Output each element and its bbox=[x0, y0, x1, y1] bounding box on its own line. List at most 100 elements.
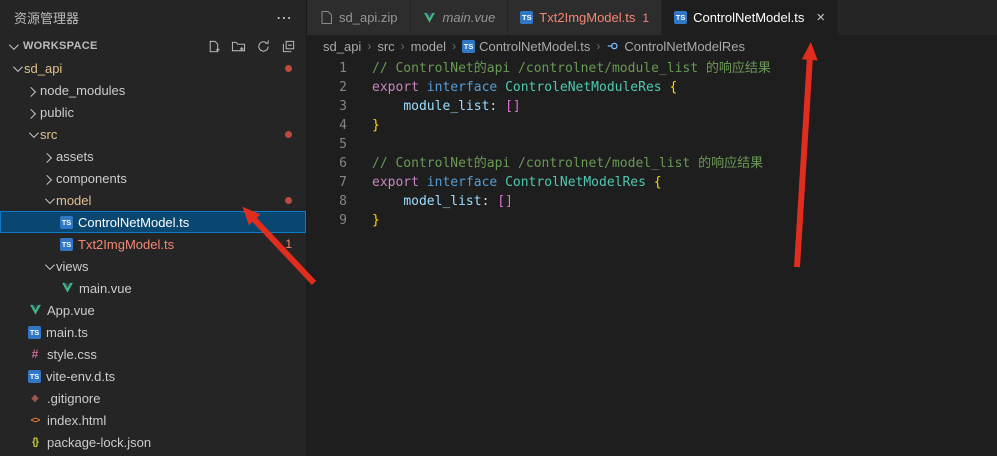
html-icon: <> bbox=[28, 413, 42, 427]
problem-badge: 1 bbox=[642, 11, 649, 25]
code-text: } bbox=[372, 211, 380, 230]
new-folder-icon[interactable] bbox=[230, 38, 246, 54]
code-text: module_list: [] bbox=[372, 97, 521, 116]
code-text: export interface ControlNetModelRes { bbox=[372, 173, 662, 192]
tree-file-Txt2ImgModel.ts[interactable]: TSTxt2ImgModel.ts1 bbox=[0, 233, 306, 255]
git-icon: ◆ bbox=[28, 391, 42, 405]
chevron-down-icon bbox=[24, 131, 40, 138]
code-text: // ControlNet的api /controlnet/module_lis… bbox=[372, 59, 771, 78]
tree-folder-assets[interactable]: assets bbox=[0, 145, 306, 167]
tree-folder-sd_api[interactable]: sd_api bbox=[0, 57, 306, 79]
explorer-sidebar: 资源管理器 ⋯ WORKSPACE sd_api node_modulespubl… bbox=[0, 0, 307, 456]
item-label: vite-env.d.ts bbox=[46, 369, 115, 384]
editor[interactable]: 1// ControlNet的api /controlnet/module_li… bbox=[307, 57, 997, 456]
breadcrumb-label: model bbox=[411, 39, 446, 54]
breadcrumb-item-model[interactable]: model bbox=[411, 39, 446, 54]
item-label: sd_api bbox=[24, 61, 62, 76]
code-text: // ControlNet的api /controlnet/model_list… bbox=[372, 154, 763, 173]
interface-icon bbox=[606, 39, 620, 53]
tree-file-App.vue[interactable]: App.vue bbox=[0, 299, 306, 321]
code-text: model_list: [] bbox=[372, 192, 513, 211]
tree-folder-node_modules[interactable]: node_modules bbox=[0, 79, 306, 101]
json-icon: {} bbox=[28, 435, 42, 449]
line-number: 8 bbox=[307, 192, 347, 211]
item-label: components bbox=[56, 171, 127, 186]
tree-file-package-lock.json[interactable]: {}package-lock.json bbox=[0, 431, 306, 453]
code-line: 4} bbox=[307, 116, 997, 135]
ts-icon: TS bbox=[674, 11, 687, 24]
tree-file-vite-env.d.ts[interactable]: TS vite-env.d.ts bbox=[0, 365, 306, 387]
chevron-down-icon bbox=[8, 65, 24, 72]
breadcrumb-item-sd_api[interactable]: sd_api bbox=[323, 39, 361, 54]
tree-folder-src[interactable]: src bbox=[0, 123, 306, 145]
code-line: 5 bbox=[307, 135, 997, 154]
code-text: export interface ControleNetModuleRes { bbox=[372, 78, 677, 97]
tree-folder-model[interactable]: model bbox=[0, 189, 306, 211]
ts-icon: TS bbox=[28, 370, 41, 383]
ts-icon: TS bbox=[60, 216, 73, 229]
chevron-down-icon bbox=[4, 43, 20, 50]
line-number: 2 bbox=[307, 78, 347, 97]
vue-icon bbox=[28, 303, 42, 317]
tab-label: Txt2ImgModel.ts bbox=[539, 10, 635, 25]
tree-folder-components[interactable]: components bbox=[0, 167, 306, 189]
item-label: .gitignore bbox=[47, 391, 100, 406]
explorer-header: 资源管理器 ⋯ bbox=[0, 0, 306, 35]
refresh-icon[interactable] bbox=[255, 38, 271, 54]
breadcrumb-item-ControlNetModel.ts[interactable]: TSControlNetModel.ts bbox=[462, 39, 590, 54]
tree-file-index.html[interactable]: <> index.html bbox=[0, 409, 306, 431]
ts-icon: TS bbox=[462, 40, 475, 53]
workspace-section-header[interactable]: WORKSPACE bbox=[0, 35, 306, 57]
collapse-all-icon[interactable] bbox=[280, 38, 296, 54]
item-label: index.html bbox=[47, 413, 106, 428]
tab-label: ControlNetModel.ts bbox=[693, 10, 804, 25]
chevron-right-icon bbox=[40, 175, 56, 182]
item-label: main.ts bbox=[46, 325, 88, 340]
code-line: 7 export interface ControlNetModelRes { bbox=[307, 173, 997, 192]
tab-Txt2ImgModel.ts[interactable]: TS Txt2ImgModel.ts 1 bbox=[508, 0, 662, 35]
chevron-right-icon: › bbox=[452, 39, 456, 53]
tree-file-.gitignore[interactable]: ◆ .gitignore bbox=[0, 387, 306, 409]
css-icon: # bbox=[28, 347, 42, 361]
tree-file-ControlNetModel.ts[interactable]: TS ControlNetModel.ts bbox=[0, 211, 306, 233]
vscode-window: 资源管理器 ⋯ WORKSPACE sd_api node_modulespubl… bbox=[0, 0, 997, 456]
ts-icon: TS bbox=[28, 326, 41, 339]
code-line: 6 // ControlNet的api /controlnet/model_lis… bbox=[307, 154, 997, 173]
more-actions-icon[interactable]: ⋯ bbox=[276, 8, 292, 28]
tree-file-style.css[interactable]: #style.css bbox=[0, 343, 306, 365]
line-number: 7 bbox=[307, 173, 347, 192]
item-label: node_modules bbox=[40, 83, 125, 98]
vue-icon bbox=[423, 11, 437, 25]
item-label: src bbox=[40, 127, 57, 142]
editor-group: sd_api.zipmain.vueTSTxt2ImgModel.ts1TSCo… bbox=[307, 0, 997, 456]
breadcrumb-item-ControlNetModelRes[interactable]: ControlNetModelRes bbox=[606, 39, 745, 54]
ts-icon: TS bbox=[520, 11, 533, 24]
line-number: 9 bbox=[307, 211, 347, 230]
chevron-right-icon bbox=[40, 153, 56, 160]
chevron-right-icon: › bbox=[367, 39, 371, 53]
chevron-down-icon bbox=[40, 263, 56, 270]
tree-file-main.vue[interactable]: main.vue bbox=[0, 277, 306, 299]
code-line: 8 model_list: [] bbox=[307, 192, 997, 211]
tree-folder-views[interactable]: views bbox=[0, 255, 306, 277]
ts-icon: TS bbox=[60, 238, 73, 251]
chevron-right-icon: › bbox=[401, 39, 405, 53]
tree-file-main.ts[interactable]: TS main.ts bbox=[0, 321, 306, 343]
tab-ControlNetModel.ts[interactable]: TS ControlNetModel.ts × bbox=[662, 0, 838, 35]
tab-main.vue[interactable]: main.vue bbox=[411, 0, 509, 35]
line-number: 6 bbox=[307, 154, 347, 173]
zip-icon bbox=[319, 11, 333, 25]
code-line: 3 module_list: [] bbox=[307, 97, 997, 116]
item-label: ControlNetModel.ts bbox=[78, 215, 189, 230]
tab-sd_api.zip[interactable]: sd_api.zip bbox=[307, 0, 411, 35]
close-icon[interactable]: × bbox=[816, 10, 825, 25]
breadcrumb-item-src[interactable]: src bbox=[377, 39, 394, 54]
chevron-right-icon bbox=[24, 109, 40, 116]
tree-folder-public[interactable]: public bbox=[0, 101, 306, 123]
workspace-actions bbox=[205, 38, 296, 54]
status-dot bbox=[285, 65, 292, 72]
explorer-title: 资源管理器 bbox=[14, 8, 79, 27]
new-file-icon[interactable] bbox=[205, 38, 221, 54]
vue-icon bbox=[60, 281, 74, 295]
problem-badge: 1 bbox=[285, 237, 292, 251]
